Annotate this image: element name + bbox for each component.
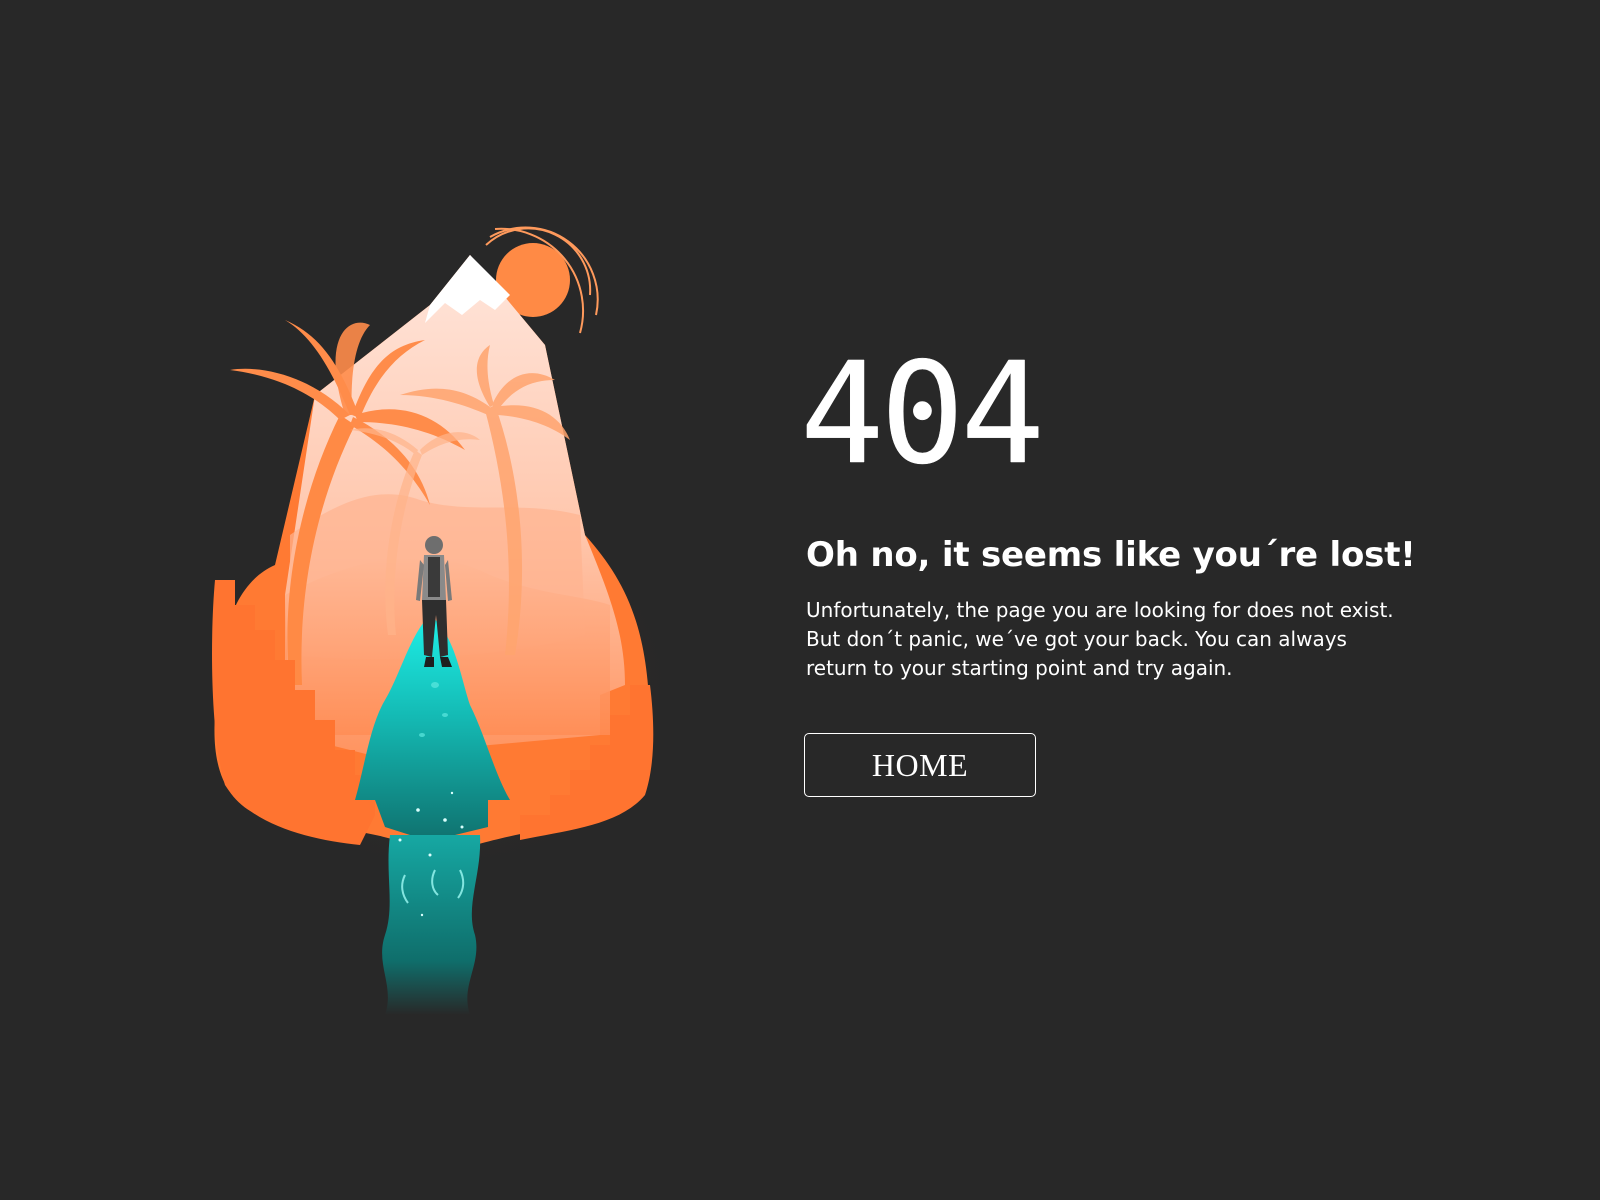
error-page: 404 Oh no, it seems like you´re lost! Un…: [0, 0, 1600, 1200]
error-code: 404: [800, 333, 1045, 496]
home-button-label: HOME: [871, 746, 969, 783]
home-button[interactable]: HOME: [804, 733, 1036, 798]
lost-illustration: [190, 226, 690, 1015]
error-headline: Oh no, it seems like you´re lost!: [806, 535, 1416, 575]
error-content: 404 Oh no, it seems like you´re lost! Un…: [800, 344, 1446, 798]
error-description: Unfortunately, the page you are looking …: [806, 598, 1394, 681]
